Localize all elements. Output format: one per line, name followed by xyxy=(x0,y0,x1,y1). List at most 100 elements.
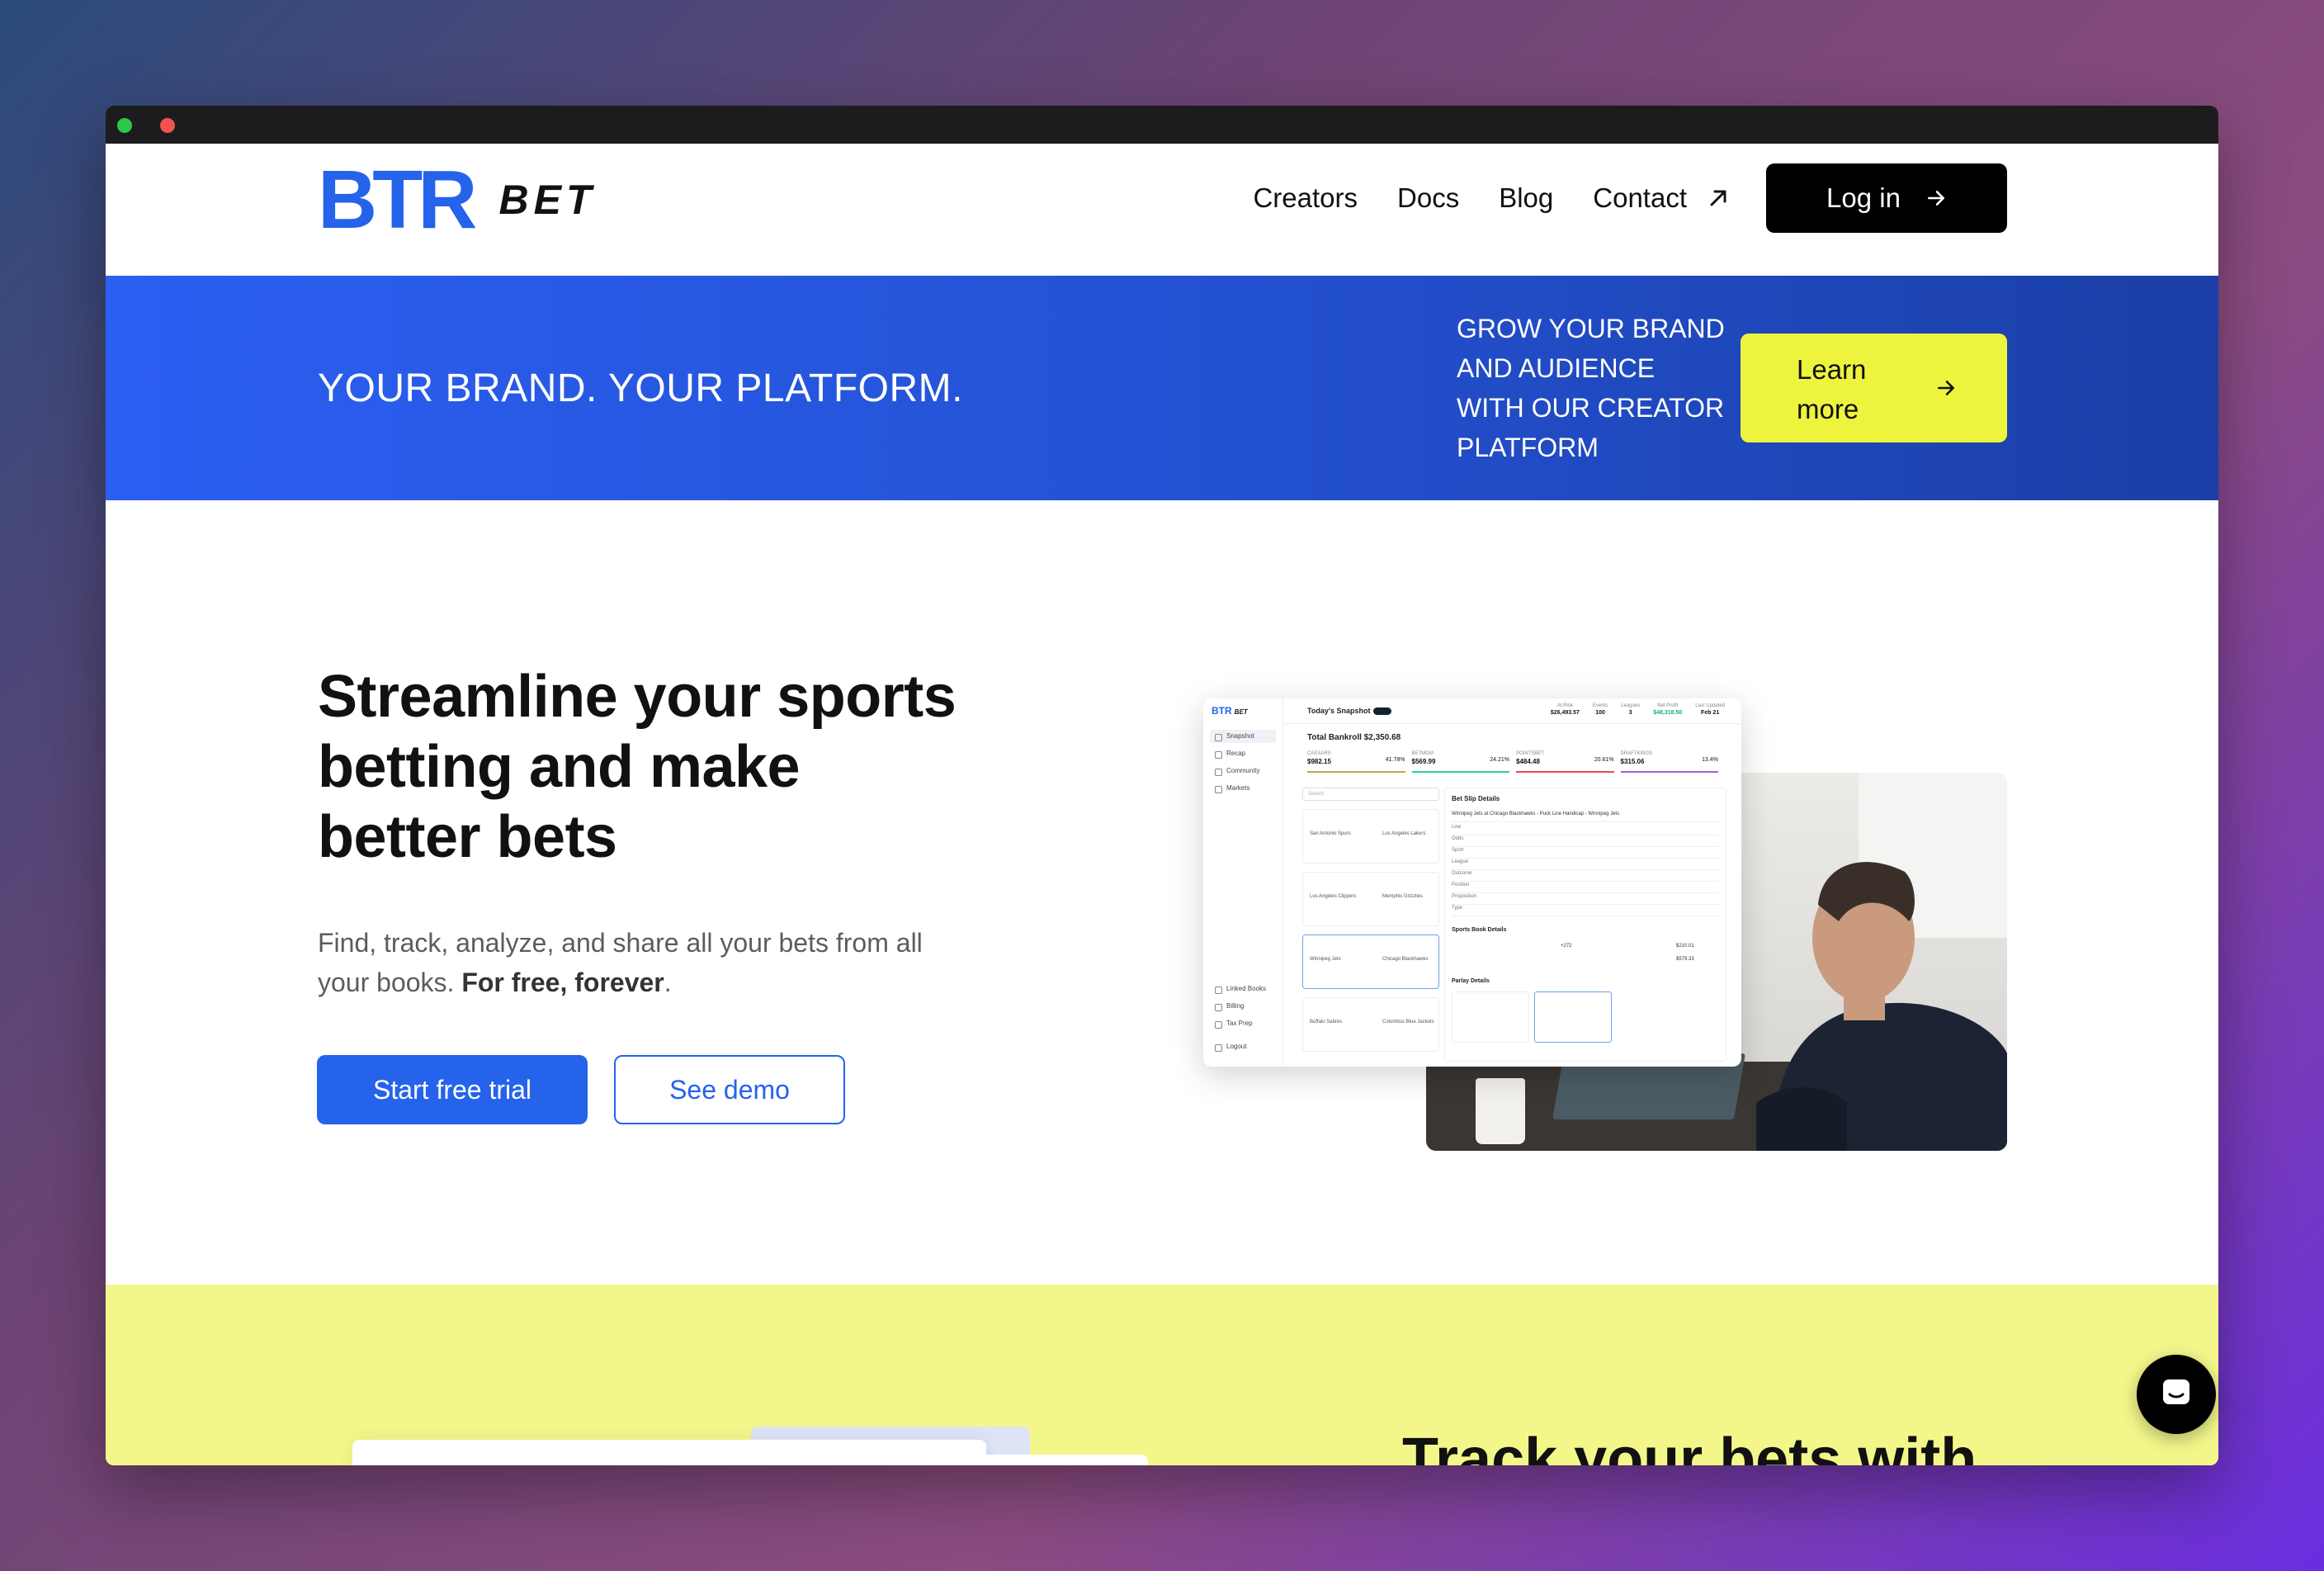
arrow-right-icon xyxy=(1938,381,1954,395)
dashboard-logo-mark: BTR xyxy=(1212,705,1232,717)
window-titlebar xyxy=(106,106,2218,1465)
dashboard-logo: BTR BET xyxy=(1212,705,1248,717)
dashboard-nav-markets[interactable]: Markets xyxy=(1210,782,1276,795)
book-pct: 13.4% xyxy=(1702,757,1718,763)
start-free-trial-button[interactable]: Start free trial xyxy=(317,1055,588,1124)
bet-slip-row: Proposition xyxy=(1452,894,1719,905)
hero-section: Streamline your sports betting and make … xyxy=(106,500,2218,1285)
stat-value: 100 xyxy=(1595,710,1605,716)
tracking-section-title: Track your bets with xyxy=(1402,1427,1977,1465)
window-maximize-control[interactable] xyxy=(160,118,175,133)
banner-title: YOUR BRAND. YOUR PLATFORM. xyxy=(318,366,963,410)
stat-value: 3 xyxy=(1628,710,1632,716)
learn-more-label: Learn more xyxy=(1797,354,1867,424)
nav-link-docs[interactable]: Docs xyxy=(1397,182,1459,214)
team-right: Los Angeles Lakers xyxy=(1382,831,1426,836)
dashboard-nav-logout[interactable]: Logout xyxy=(1210,1040,1276,1053)
dashboard-nav-snapshot[interactable]: Snapshot xyxy=(1210,730,1276,743)
book-name: POINTSBET xyxy=(1516,751,1545,756)
tracking-preview-card xyxy=(352,1440,986,1465)
arrow-right-icon xyxy=(1927,191,1944,206)
dashboard-nav-billing[interactable]: Billing xyxy=(1210,1000,1276,1013)
bet-search-input[interactable]: Search xyxy=(1302,788,1439,801)
dashboard-title-text: Today's Snapshot xyxy=(1307,707,1371,715)
tracking-section: Track your bets with xyxy=(106,1285,2218,1465)
hero-subtitle: Find, track, analyze, and share all your… xyxy=(318,923,961,1002)
bet-slip-row: Outcome xyxy=(1452,871,1719,882)
bet-slip-row: Type xyxy=(1452,906,1719,916)
book-name: BETMGM xyxy=(1411,751,1434,756)
nav-link-contact-label: Contact xyxy=(1593,182,1687,213)
stat-at-risk: At Risk $26,493.57 xyxy=(1551,703,1580,716)
dashboard-nav-tax-prep[interactable]: Tax Prep xyxy=(1210,1017,1276,1030)
parlay-details-title: Parlay Details xyxy=(1452,978,1490,984)
book-caesars: CAESARS $982.15 41.78% xyxy=(1307,751,1405,773)
stat-value: $26,493.57 xyxy=(1550,710,1580,716)
book-pointsbet: POINTSBET $484.48 20.61% xyxy=(1516,751,1614,773)
team-right: Columbus Blue Jackets xyxy=(1382,1020,1434,1024)
login-button[interactable]: Log in xyxy=(1766,163,2007,233)
window-close-control[interactable] xyxy=(117,118,132,133)
stat-label: Net Profit xyxy=(1657,703,1679,708)
book-pct: 41.78% xyxy=(1385,757,1405,763)
tracking-preview-card-side xyxy=(986,1455,1148,1465)
book-pct: 24.21% xyxy=(1490,757,1509,763)
book-betmgm: BETMGM $569.99 24.21% xyxy=(1411,751,1509,773)
bet-slip-title: Bet Slip Details xyxy=(1452,795,1500,802)
logo-mark: BTR xyxy=(318,154,478,246)
bet-list: Search San Antonio Spurs Los Angeles Lake… xyxy=(1302,788,1439,1067)
dashboard-nav-recap[interactable]: Recap xyxy=(1210,747,1276,760)
photo-person xyxy=(1756,862,2007,1151)
book-name: CAESARS xyxy=(1307,751,1331,756)
parlay-leg-selected xyxy=(1534,991,1612,1043)
nav-link-contact[interactable]: Contact xyxy=(1593,182,1731,214)
stat-events: Events 100 xyxy=(1593,703,1608,716)
dashboard-nav-community[interactable]: Community xyxy=(1210,764,1276,778)
bet-card[interactable]: Buffalo Sabres Columbus Blue Jackets xyxy=(1302,997,1439,1052)
stat-value: $48,318.50 xyxy=(1653,710,1683,716)
creator-banner: YOUR BRAND. YOUR PLATFORM. GROW YOUR BRA… xyxy=(106,276,2218,500)
team-right: Memphis Grizzlies xyxy=(1382,894,1424,899)
chat-launcher-button[interactable] xyxy=(2137,1355,2216,1434)
team-left: Winnipeg Jets xyxy=(1310,957,1341,962)
browser-window: BTR BET Creators Docs Blog Contact Log i… xyxy=(106,106,2218,1465)
bet-slip-row: Odds xyxy=(1452,836,1719,847)
nav-link-creators[interactable]: Creators xyxy=(1253,182,1358,214)
sportsbook-win: $579.33 xyxy=(1676,957,1694,962)
bet-slip-details: Bet Slip Details Winnipeg Jets at Chicag… xyxy=(1444,788,1726,1062)
learn-more-button[interactable]: Learn more xyxy=(1741,334,2007,442)
bet-card[interactable]: San Antonio Spurs Los Angeles Lakers xyxy=(1302,809,1439,864)
login-button-label: Log in xyxy=(1826,182,1901,213)
bet-slip-row: League xyxy=(1452,859,1719,870)
dashboard-sidebar: BTR BET Snapshot Recap Community Markets … xyxy=(1203,698,1283,1067)
external-link-icon xyxy=(1710,190,1726,206)
sportsbook-balances: CAESARS $982.15 41.78% BETMGM $569.99 24.21%… xyxy=(1307,751,1725,773)
see-demo-button[interactable]: See demo xyxy=(614,1055,845,1124)
logo[interactable]: BTR BET xyxy=(318,159,597,241)
dashboard-header: Today's Snapshot At Risk $26,493.57 Event… xyxy=(1282,698,1741,724)
team-right: Chicago Blackhawks xyxy=(1382,957,1429,962)
team-left: Los Angeles Clippers xyxy=(1310,894,1357,899)
banner-subtitle: GROW YOUR BRAND AND AUDIENCE WITH OUR CR… xyxy=(1457,314,1725,462)
top-navigation: BTR BET Creators Docs Blog Contact Log i… xyxy=(106,144,2218,276)
sportsbook-details-title: Sports Book Details xyxy=(1452,927,1507,933)
bet-card-selected[interactable]: Winnipeg Jets Chicago Blackhawks xyxy=(1302,935,1439,989)
sportsbook-odds: +272 xyxy=(1561,944,1572,949)
dashboard-nav-linked-books[interactable]: Linked Books xyxy=(1210,982,1276,996)
nav-link-blog[interactable]: Blog xyxy=(1499,182,1553,214)
photo-coffee-cup xyxy=(1476,1078,1525,1144)
team-left: Buffalo Sabres xyxy=(1310,1020,1343,1024)
total-bankroll: Total Bankroll $2,350.68 xyxy=(1307,733,1401,742)
bet-card[interactable]: Los Angeles Clippers Memphis Grizzlies xyxy=(1302,872,1439,926)
book-pct: 20.61% xyxy=(1594,757,1614,763)
bet-slip-row: Sport xyxy=(1452,848,1719,859)
logo-word: BET xyxy=(498,177,597,223)
badge-icon xyxy=(1373,707,1392,716)
hero-subtitle-end: . xyxy=(664,968,672,997)
bet-slip-event: Winnipeg Jets at Chicago Blackhawks - Pu… xyxy=(1452,812,1719,822)
stat-label: Leagues xyxy=(1621,703,1641,708)
sportsbook-risk: $210.01 xyxy=(1676,944,1694,949)
parlay-leg xyxy=(1452,991,1529,1043)
bet-slip-row: Position xyxy=(1452,883,1719,893)
chat-bubble-icon xyxy=(2163,1379,2189,1404)
